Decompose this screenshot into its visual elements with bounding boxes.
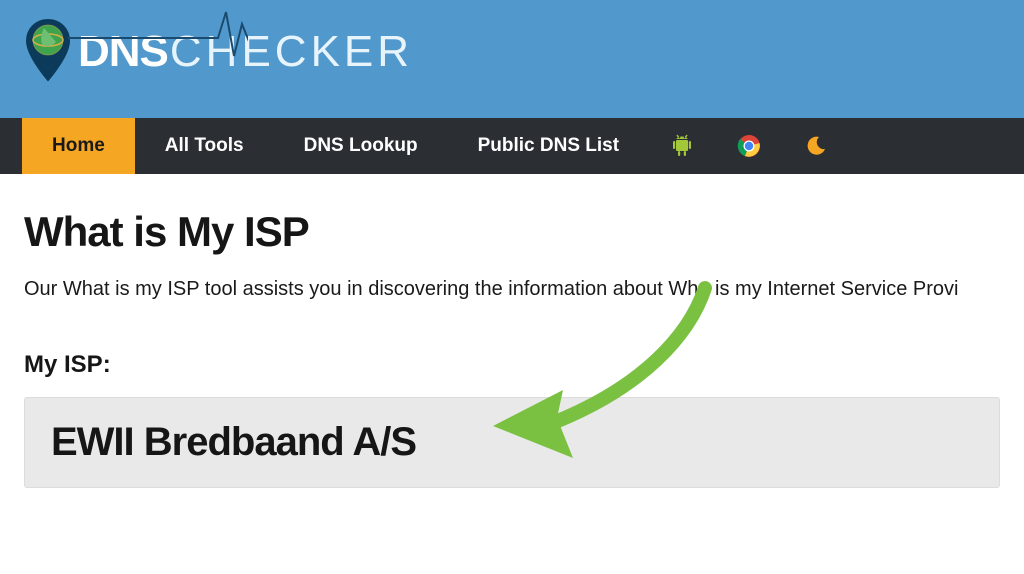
main-content: What is My ISP Our What is my ISP tool a… <box>0 174 1024 488</box>
nav-item-public-dns-list[interactable]: Public DNS List <box>448 118 649 174</box>
nav-item-home[interactable]: Home <box>22 112 135 174</box>
nav-label: Public DNS List <box>478 135 619 157</box>
isp-label: My ISP: <box>24 351 1000 379</box>
main-nav: Home All Tools DNS Lookup Public DNS Lis… <box>0 118 1024 174</box>
nav-label: Home <box>52 135 105 157</box>
site-logo[interactable]: DNS CHECKER <box>22 18 1024 86</box>
globe-pin-icon <box>22 18 74 86</box>
isp-value: EWII Bredbaand A/S <box>51 420 973 465</box>
page-title: What is My ISP <box>24 208 1000 256</box>
android-icon[interactable] <box>649 118 715 174</box>
nav-item-dns-lookup[interactable]: DNS Lookup <box>274 118 448 174</box>
chrome-icon[interactable] <box>715 118 783 174</box>
page-description: Our What is my ISP tool assists you in d… <box>24 278 1000 301</box>
moon-icon[interactable] <box>783 118 849 174</box>
isp-result-box: EWII Bredbaand A/S <box>24 397 1000 488</box>
logo-text: DNS CHECKER <box>78 27 413 77</box>
site-header: DNS CHECKER <box>0 0 1024 118</box>
nav-item-all-tools[interactable]: All Tools <box>135 118 274 174</box>
nav-label: DNS Lookup <box>304 135 418 157</box>
logo-text-dns: DNS <box>78 27 168 77</box>
logo-text-checker: CHECKER <box>170 27 413 77</box>
nav-label: All Tools <box>165 135 244 157</box>
